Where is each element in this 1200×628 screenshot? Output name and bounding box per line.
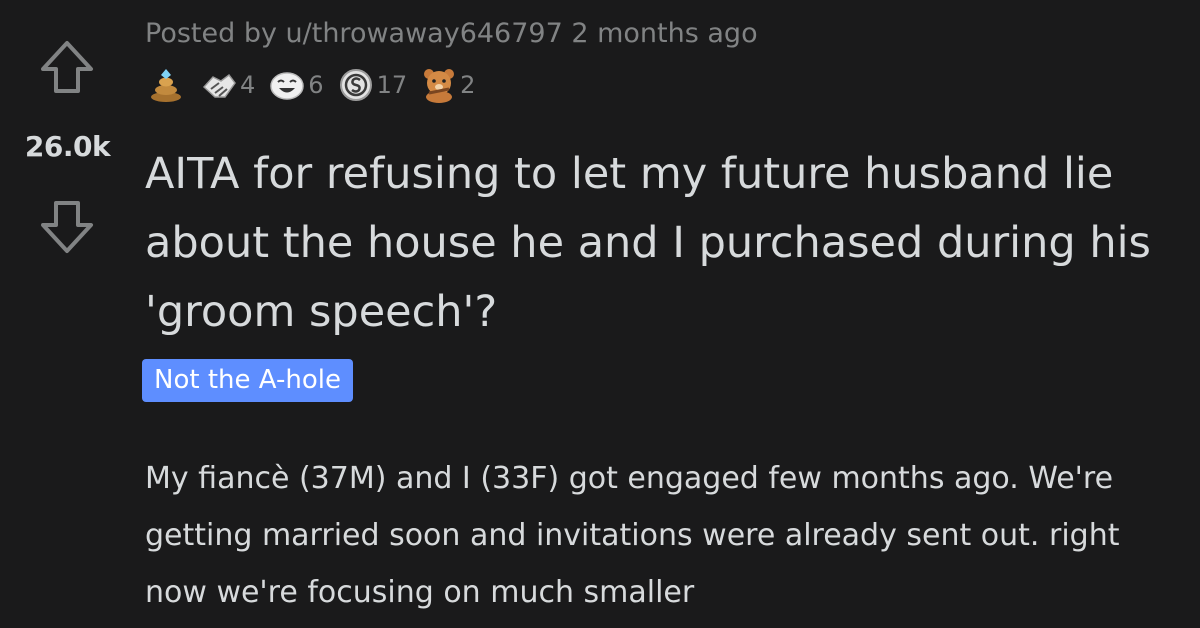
award-laughing[interactable]: 6: [269, 67, 324, 103]
bear-award-icon: [424, 69, 455, 103]
post-meta: Posted by u/throwaway646797 2 months ago: [145, 18, 758, 49]
award-silver[interactable]: 17: [338, 67, 407, 103]
upvote-arrow-icon: [41, 41, 93, 93]
vote-column: 26.0k: [0, 0, 135, 628]
awards-row[interactable]: 4 6 17 2: [148, 66, 489, 104]
silver-coin-award-icon: [339, 69, 372, 101]
downvote-arrow-icon: [41, 201, 93, 253]
vote-score: 26.0k: [24, 130, 111, 163]
post-flair[interactable]: Not the A-hole: [142, 359, 353, 402]
laughing-face-award-icon: [270, 72, 305, 100]
post-body: My fiancè (37M) and I (33F) got engaged …: [145, 461, 1120, 610]
downvote-button[interactable]: [38, 198, 96, 256]
handshake-award-icon: [202, 73, 236, 98]
award-handshake[interactable]: 4: [201, 67, 255, 103]
award-bear[interactable]: 2: [421, 67, 475, 103]
poop-award-icon: [151, 69, 181, 102]
award-poop[interactable]: [148, 67, 187, 103]
upvote-button[interactable]: [38, 38, 96, 96]
post-title[interactable]: AITA for refusing to let my future husba…: [145, 140, 1195, 347]
